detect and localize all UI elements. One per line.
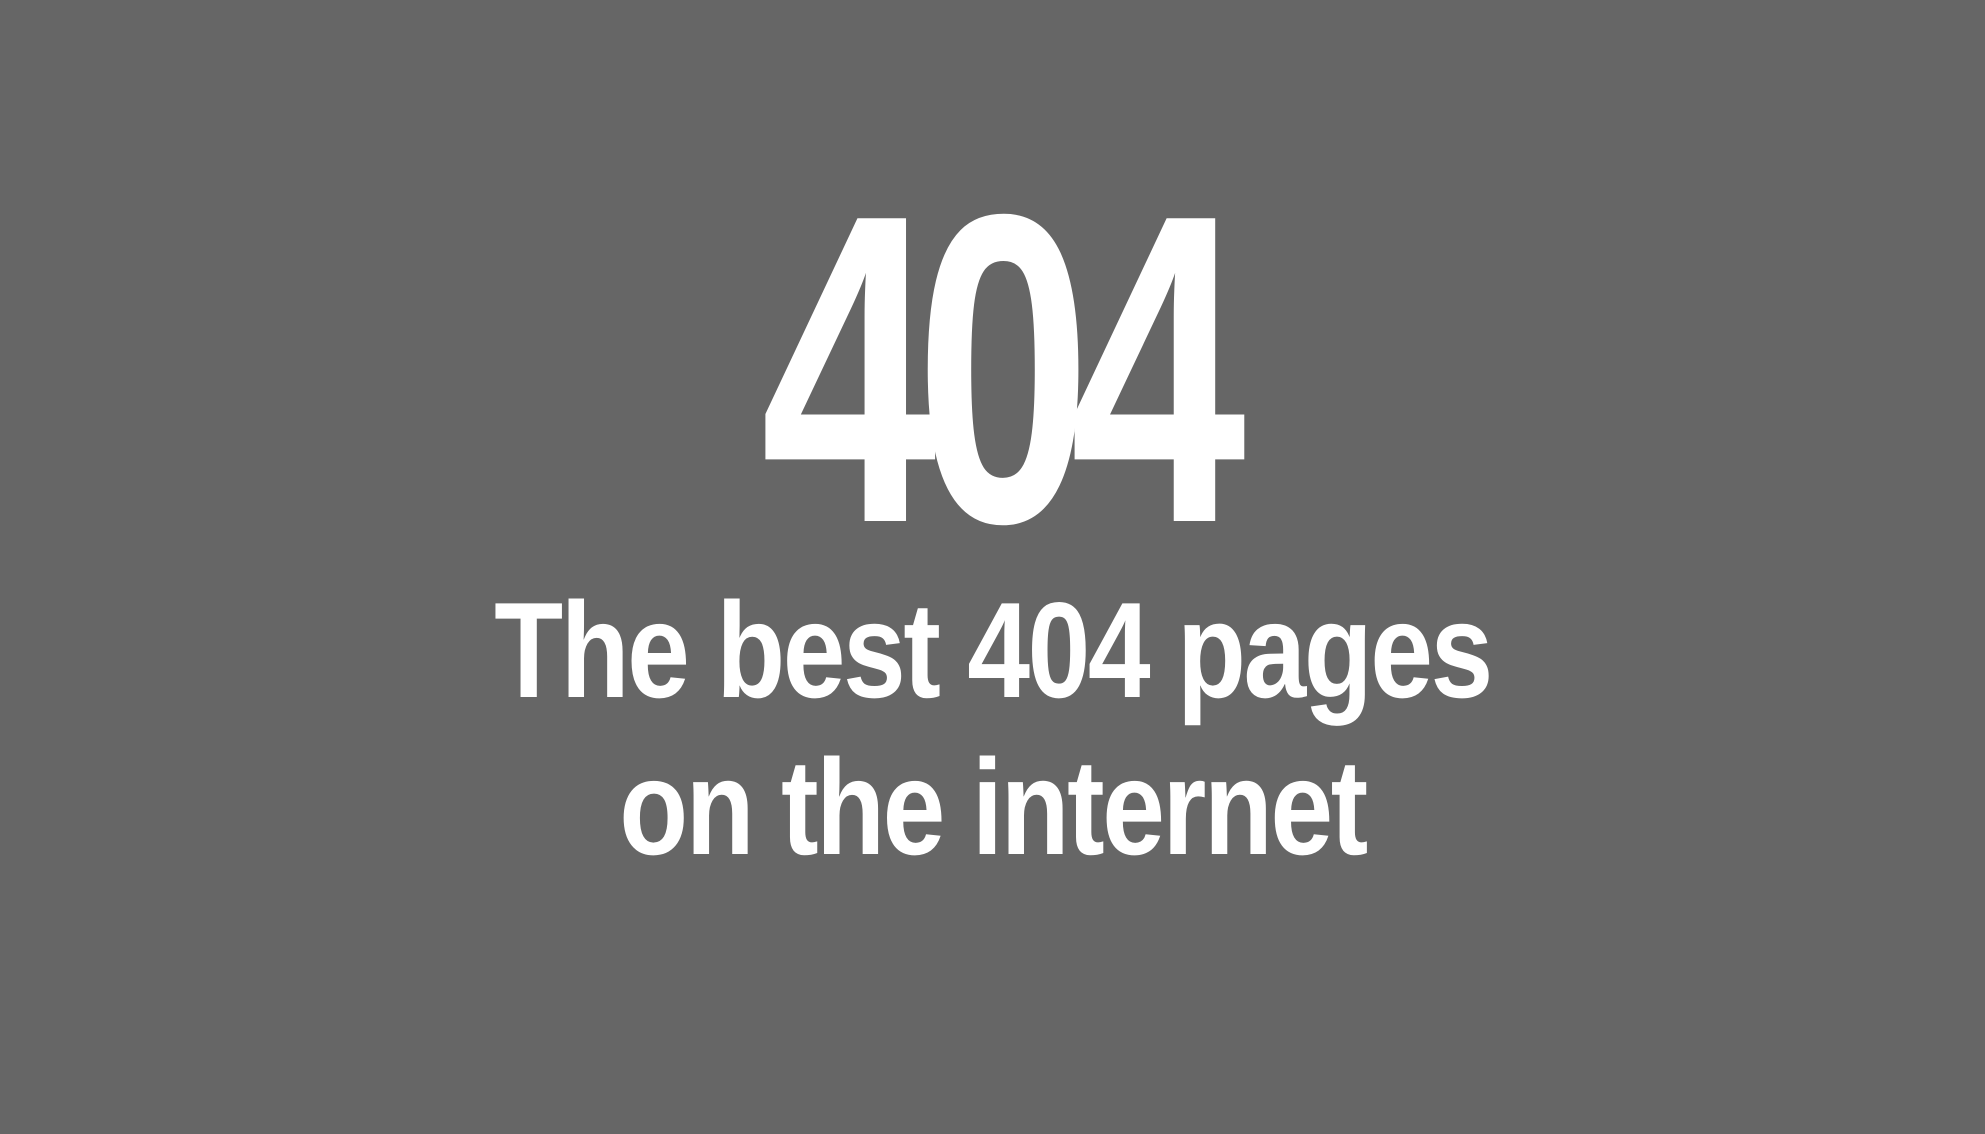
tagline-line-1: The best 404 pages: [494, 574, 1493, 726]
title-graphic: 404 The best 404 pages on the internet: [0, 0, 1985, 1134]
error-code: 404: [760, 124, 1246, 615]
tagline-line-2: on the internet: [619, 731, 1368, 883]
tagline: The best 404 pages on the internet: [169, 572, 1817, 886]
